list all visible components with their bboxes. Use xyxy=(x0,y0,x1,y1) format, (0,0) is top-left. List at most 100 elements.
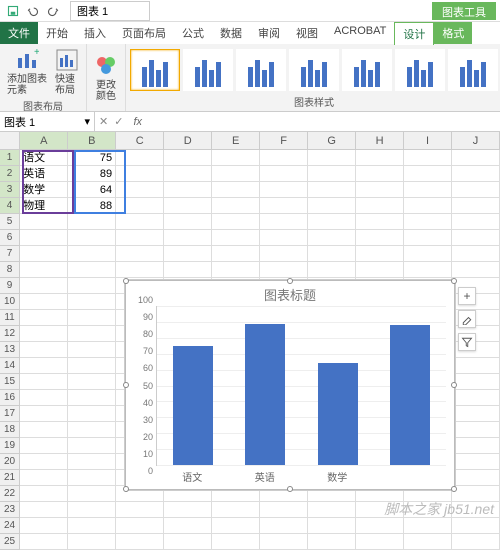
cell[interactable] xyxy=(164,518,212,534)
cell[interactable] xyxy=(68,278,116,294)
cell[interactable] xyxy=(68,342,116,358)
spreadsheet-grid[interactable]: A B C D E F G H I J 1语文752英语893数学644物理88… xyxy=(0,132,500,550)
cell[interactable] xyxy=(20,374,68,390)
cell[interactable] xyxy=(68,310,116,326)
cell[interactable] xyxy=(212,182,260,198)
cell[interactable] xyxy=(260,214,308,230)
resize-handle[interactable] xyxy=(287,486,293,492)
cell[interactable] xyxy=(68,502,116,518)
cell[interactable] xyxy=(452,182,500,198)
chart-plus-button[interactable]: + xyxy=(458,287,476,305)
row-header[interactable]: 1 xyxy=(0,150,20,166)
cell[interactable] xyxy=(68,294,116,310)
row-header[interactable]: 12 xyxy=(0,326,20,342)
cell[interactable] xyxy=(20,486,68,502)
chart-title[interactable]: 图表标题 xyxy=(126,281,454,306)
cell[interactable] xyxy=(404,262,452,278)
row-header[interactable]: 18 xyxy=(0,422,20,438)
cell[interactable] xyxy=(164,502,212,518)
cell[interactable] xyxy=(260,246,308,262)
chart-style-4[interactable] xyxy=(289,49,339,91)
add-chart-element-button[interactable]: + 添加图表 元素 xyxy=(4,46,50,98)
col-header[interactable]: B xyxy=(68,132,116,150)
cell[interactable] xyxy=(452,390,500,406)
tab-acrobat[interactable]: ACROBAT xyxy=(326,22,394,44)
cell[interactable] xyxy=(68,534,116,550)
cell[interactable] xyxy=(20,534,68,550)
row-header[interactable]: 17 xyxy=(0,406,20,422)
cell[interactable] xyxy=(260,534,308,550)
tab-insert[interactable]: 插入 xyxy=(76,22,114,44)
row-header[interactable]: 9 xyxy=(0,278,20,294)
cell[interactable] xyxy=(452,358,500,374)
cell[interactable] xyxy=(68,406,116,422)
cell[interactable] xyxy=(68,390,116,406)
cell[interactable] xyxy=(260,166,308,182)
cell[interactable] xyxy=(68,246,116,262)
cell[interactable] xyxy=(116,502,164,518)
cell[interactable] xyxy=(452,406,500,422)
cell[interactable] xyxy=(212,166,260,182)
col-header[interactable]: A xyxy=(20,132,68,150)
cell[interactable] xyxy=(404,214,452,230)
enter-icon[interactable]: ✓ xyxy=(114,115,123,128)
col-header[interactable]: J xyxy=(452,132,500,150)
cell[interactable] xyxy=(68,454,116,470)
cell[interactable] xyxy=(164,262,212,278)
save-icon[interactable] xyxy=(4,2,22,20)
cell[interactable] xyxy=(308,214,356,230)
cell[interactable]: 64 xyxy=(68,182,116,198)
cell[interactable] xyxy=(20,230,68,246)
cell[interactable] xyxy=(164,166,212,182)
chart-bar[interactable] xyxy=(173,346,213,465)
cell[interactable] xyxy=(260,198,308,214)
col-header[interactable]: G xyxy=(308,132,356,150)
row-header[interactable]: 15 xyxy=(0,374,20,390)
cell[interactable] xyxy=(308,262,356,278)
row-header[interactable]: 16 xyxy=(0,390,20,406)
cell[interactable] xyxy=(308,198,356,214)
cell[interactable] xyxy=(356,534,404,550)
cell[interactable] xyxy=(212,502,260,518)
chart-style-3[interactable] xyxy=(236,49,286,91)
cell[interactable] xyxy=(404,150,452,166)
cell[interactable] xyxy=(68,486,116,502)
cell[interactable] xyxy=(452,518,500,534)
cell[interactable] xyxy=(356,246,404,262)
chart-style-5[interactable] xyxy=(342,49,392,91)
cell[interactable] xyxy=(20,246,68,262)
cell[interactable] xyxy=(356,262,404,278)
row-header[interactable]: 7 xyxy=(0,246,20,262)
cell[interactable] xyxy=(452,470,500,486)
cell[interactable] xyxy=(116,198,164,214)
cell[interactable] xyxy=(452,214,500,230)
cell[interactable] xyxy=(452,374,500,390)
resize-handle[interactable] xyxy=(287,278,293,284)
cell[interactable] xyxy=(20,422,68,438)
col-header[interactable]: F xyxy=(260,132,308,150)
cell[interactable] xyxy=(212,246,260,262)
cell[interactable] xyxy=(20,438,68,454)
cell[interactable] xyxy=(404,198,452,214)
cell[interactable] xyxy=(452,198,500,214)
cell[interactable] xyxy=(116,518,164,534)
cell[interactable] xyxy=(212,198,260,214)
cell[interactable] xyxy=(452,438,500,454)
cell[interactable] xyxy=(68,374,116,390)
cell[interactable] xyxy=(20,406,68,422)
cell[interactable] xyxy=(452,150,500,166)
cell[interactable]: 物理 xyxy=(20,198,68,214)
tab-design[interactable]: 设计 xyxy=(394,22,434,45)
cell[interactable] xyxy=(20,502,68,518)
cell[interactable] xyxy=(404,518,452,534)
cell[interactable] xyxy=(20,294,68,310)
cell[interactable] xyxy=(356,214,404,230)
row-header[interactable]: 20 xyxy=(0,454,20,470)
cell[interactable] xyxy=(212,518,260,534)
row-header[interactable]: 19 xyxy=(0,438,20,454)
cell[interactable] xyxy=(404,166,452,182)
cell[interactable] xyxy=(20,262,68,278)
cell[interactable] xyxy=(116,214,164,230)
cell[interactable] xyxy=(68,358,116,374)
cell[interactable] xyxy=(164,214,212,230)
